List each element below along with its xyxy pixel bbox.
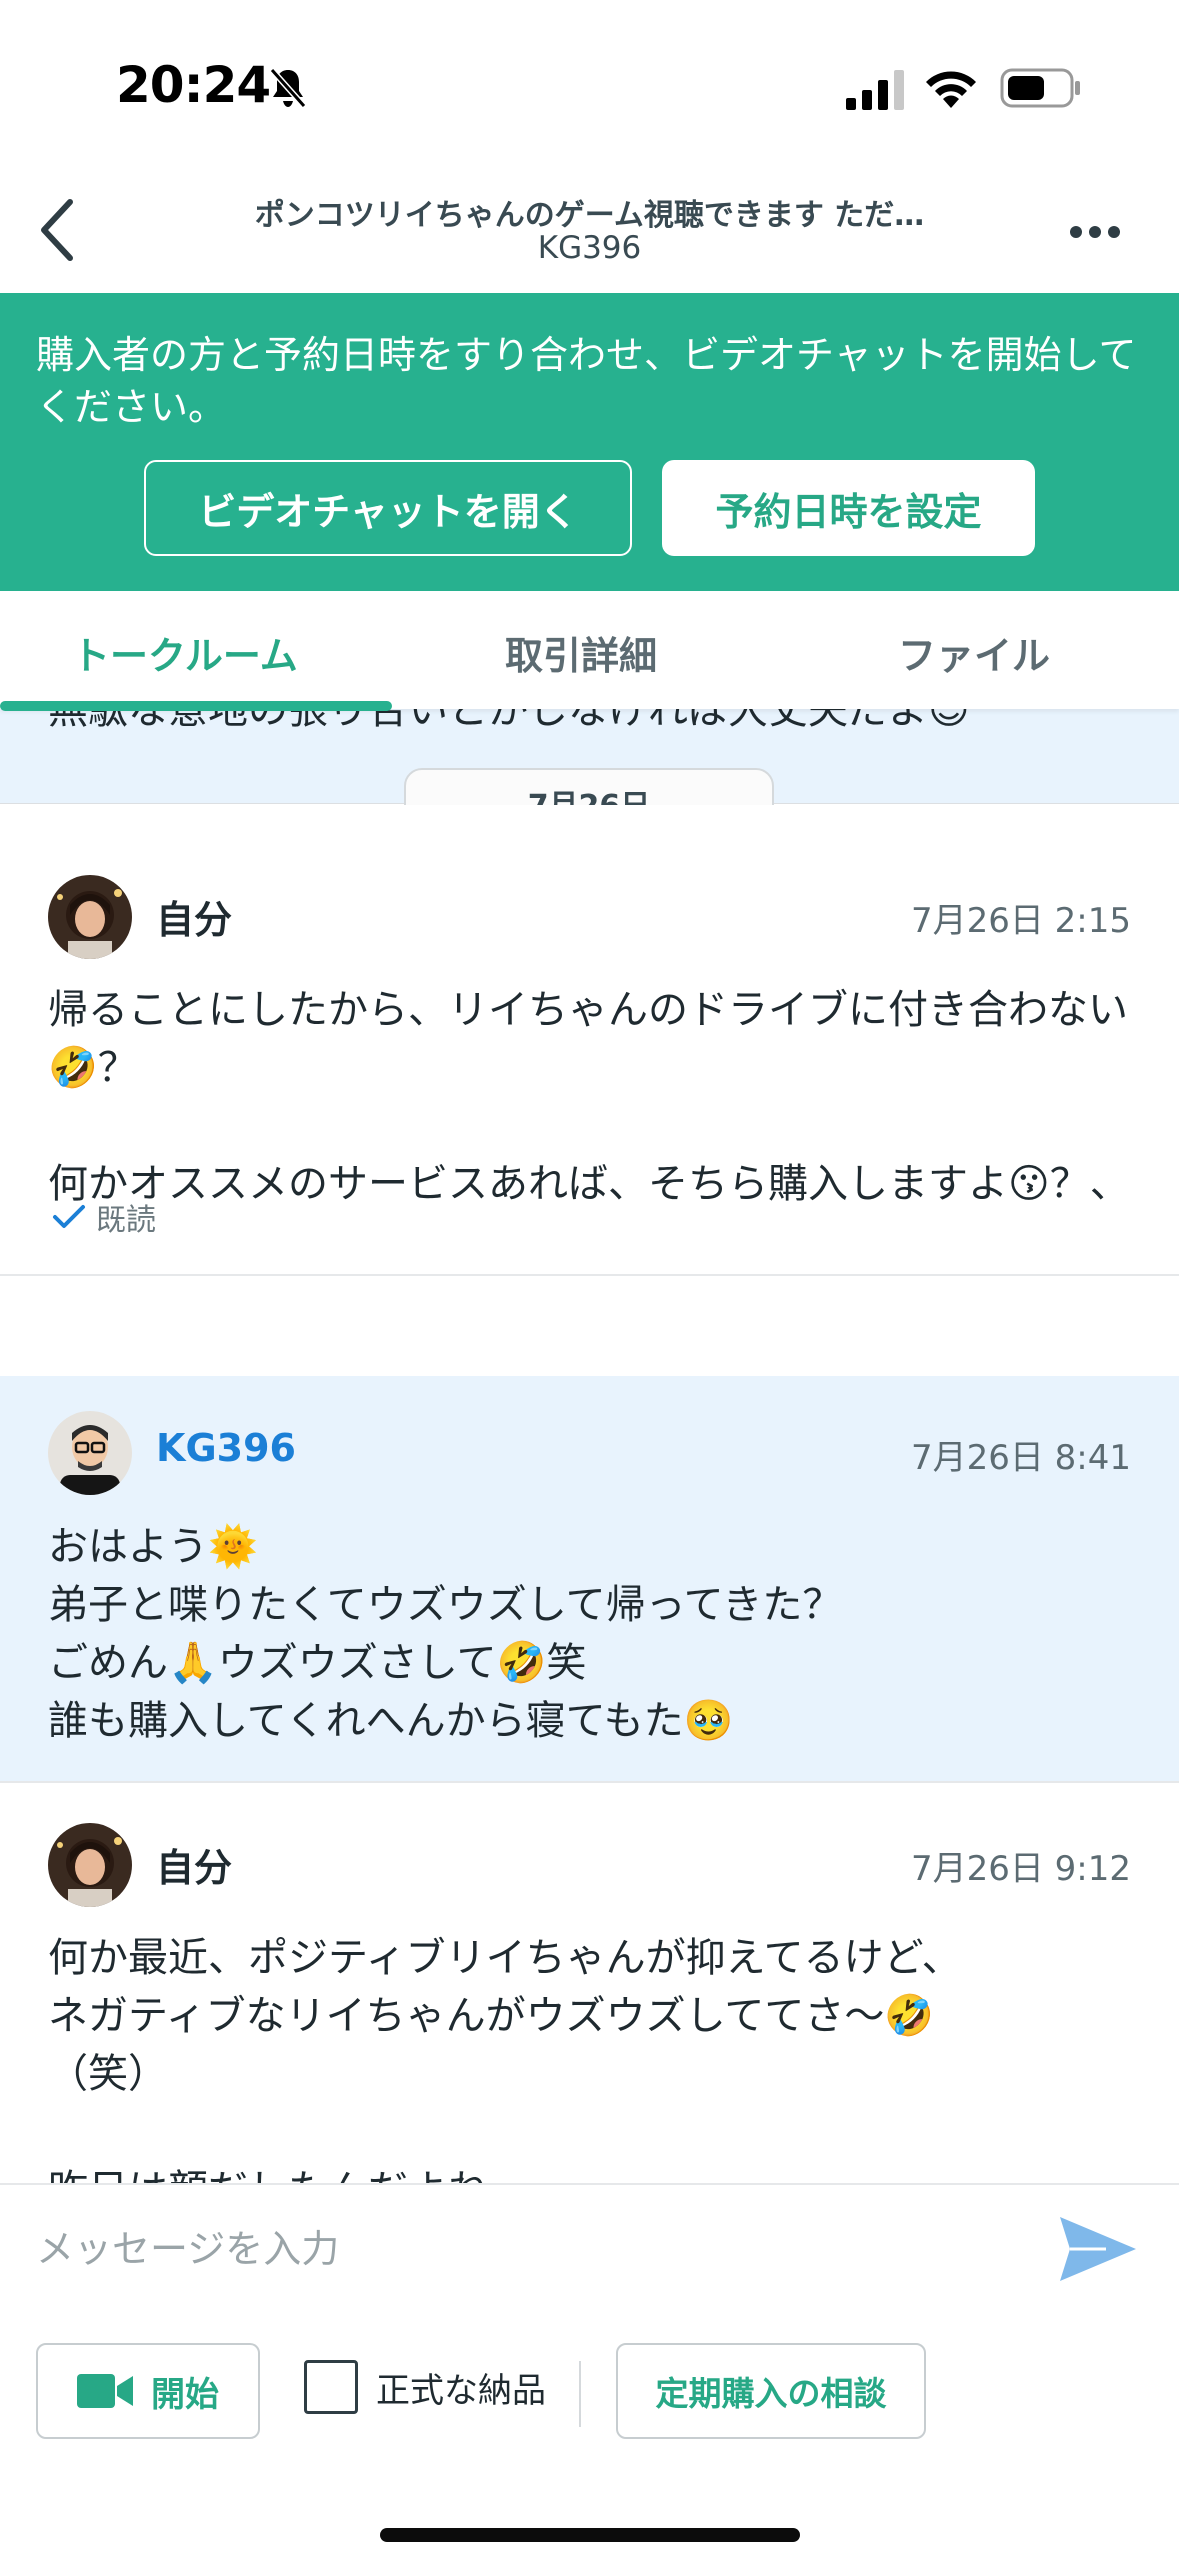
checkbox-icon[interactable]	[304, 2360, 358, 2414]
chat-message: 自分 7月26日 9:12 何か最近、ポジティブリイちゃんが抑えてるけど、 ネガ…	[0, 1785, 1179, 2183]
read-receipt: 既読	[52, 1195, 156, 1239]
page-subtitle: KG396	[537, 230, 642, 266]
regular-purchase-button[interactable]: 定期購入の相談	[616, 2343, 926, 2439]
status-bar: 20:24	[0, 0, 1179, 170]
nav-header: ポンコツリイちゃんのゲーム視聴できます ただ… KG396	[0, 170, 1179, 293]
battery-icon	[1000, 68, 1080, 108]
composer: 開始 正式な納品 定期購入の相談	[0, 2183, 1179, 2556]
open-video-chat-button[interactable]: ビデオチャットを開く	[144, 460, 632, 556]
more-dot-icon	[1108, 226, 1120, 238]
official-delivery-checkbox[interactable]: 正式な納品	[304, 2360, 546, 2414]
message-time: 7月26日 9:12	[910, 1849, 1131, 1889]
official-delivery-label: 正式な納品	[376, 2370, 546, 2411]
avatar[interactable]	[48, 875, 132, 959]
sender-name[interactable]: KG396	[156, 1426, 296, 1470]
page-title: ポンコツリイちゃんのゲーム視聴できます ただ…	[254, 198, 925, 233]
previous-message-text: 無駄な意地の張り合いとかしなければ大丈夫だよ😊	[48, 709, 970, 733]
avatar[interactable]	[48, 1823, 132, 1907]
chat-scroll-area[interactable]: 無駄な意地の張り合いとかしなければ大丈夫だよ😊 7月26日 自分 7月26日 2…	[0, 709, 1179, 2183]
message-body: 何か最近、ポジティブリイちゃんが抑えてるけど、 ネガティブなリイちゃんがウズウズ…	[48, 1935, 962, 2183]
start-label: 開始	[151, 2374, 219, 2415]
partner-avatar-icon	[48, 1411, 132, 1495]
more-options-button[interactable]	[1060, 200, 1130, 264]
home-indicator	[380, 2528, 800, 2542]
message-input[interactable]	[36, 2209, 1036, 2289]
signal-icon	[846, 70, 904, 110]
avatar[interactable]	[48, 1411, 132, 1495]
status-time: 20:24	[116, 56, 271, 114]
set-reservation-button[interactable]: 予約日時を設定	[662, 460, 1035, 556]
banner-text: 購入者の方と予約日時をすり合わせ、ビデオチャットを開始してください。	[36, 333, 1137, 429]
tab-talkroom[interactable]: トークルーム	[72, 625, 298, 680]
more-dot-icon	[1089, 226, 1101, 238]
tab-bar: トークルーム 取引詳細 ファイル	[0, 591, 1179, 711]
tab-files[interactable]: ファイル	[898, 625, 1050, 680]
message-body: 帰ることにしたから、リイちゃんのドライブに付き合わない🤣？ 何かオススメのサービ…	[48, 987, 1130, 1207]
active-tab-indicator	[0, 701, 392, 711]
message-time: 7月26日 8:41	[910, 1438, 1131, 1478]
video-camera-icon	[77, 2374, 133, 2408]
start-video-button[interactable]: 開始	[36, 2343, 260, 2439]
chat-message: 自分 7月26日 2:15 帰ることにしたから、リイちゃんのドライブに付き合わな…	[0, 805, 1179, 1276]
tab-transaction-details[interactable]: 取引詳細	[505, 625, 657, 680]
check-icon	[53, 1205, 85, 1228]
sender-name: 自分	[156, 1846, 233, 1890]
user-avatar-icon	[48, 875, 132, 959]
divider	[579, 2361, 581, 2427]
user-avatar-icon	[48, 1823, 132, 1907]
video-chat-banner: 購入者の方と予約日時をすり合わせ、ビデオチャットを開始してください。 ビデオチャ…	[0, 293, 1179, 591]
back-button[interactable]	[20, 190, 92, 270]
message-body: おはよう🌞 弟子と喋りたくてウズウズして帰ってきた？ ごめん🙏ウズウズさして🤣笑…	[48, 1524, 843, 1744]
send-icon	[1060, 2217, 1136, 2281]
read-label: 既読	[96, 1203, 156, 1238]
more-dot-icon	[1070, 226, 1082, 238]
chat-message: KG396 7月26日 8:41 おはよう🌞 弟子と喋りたくてウズウズして帰って…	[0, 1376, 1179, 1783]
bell-off-icon	[269, 68, 307, 108]
send-button[interactable]	[1056, 2211, 1140, 2287]
chevron-left-icon	[41, 199, 73, 261]
wifi-icon	[926, 71, 976, 108]
message-time: 7月26日 2:15	[910, 901, 1131, 941]
sender-name: 自分	[156, 898, 233, 942]
